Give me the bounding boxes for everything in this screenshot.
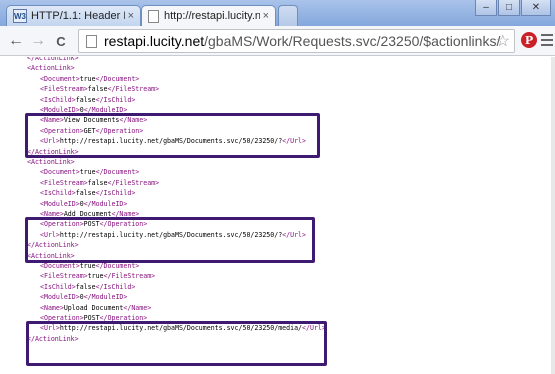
xml-open-tag: <FileStream> bbox=[40, 178, 88, 187]
xml-close-tag: </IsChild> bbox=[95, 95, 136, 104]
reload-icon[interactable]: C bbox=[51, 31, 71, 51]
back-arrow-icon[interactable]: ← bbox=[6, 31, 26, 51]
document-icon bbox=[148, 9, 159, 23]
xml-line: <Document>true</Document> bbox=[40, 262, 139, 271]
xml-line: <FileStream>true</FileStream> bbox=[40, 272, 155, 281]
xml-open-tag: <FileStream> bbox=[40, 85, 88, 94]
xml-close-tag: </Document> bbox=[95, 262, 140, 270]
xml-line: <FileStream>false</FileStream> bbox=[40, 85, 159, 94]
xml-line: </ActionLink> bbox=[27, 57, 79, 63]
xml-close-tag: </ModuleID> bbox=[83, 293, 128, 302]
xml-value: false bbox=[87, 178, 108, 187]
xml-close-tag: </FileStream> bbox=[107, 85, 160, 94]
address-bar[interactable]: restapi.lucity.net/gbaMS/Work/Requests.s… bbox=[78, 29, 515, 53]
xml-close-tag: </IsChild> bbox=[95, 189, 136, 198]
pinterest-icon[interactable]: P bbox=[521, 32, 537, 48]
bookmark-star-icon[interactable]: ☆ bbox=[496, 31, 510, 51]
xml-open-tag: <IsChild> bbox=[40, 189, 76, 198]
xml-value: true bbox=[79, 262, 96, 270]
xml-value: Upload Document bbox=[63, 303, 124, 312]
xml-close-tag: </FileStream> bbox=[103, 272, 156, 281]
maximize-button[interactable]: □ bbox=[498, 0, 520, 16]
highlight-box-add bbox=[25, 217, 315, 263]
xml-open-tag: <ActionLink> bbox=[27, 64, 75, 73]
xml-open-tag: <IsChild> bbox=[40, 282, 76, 291]
xml-line: <ModuleID>0</ModuleID> bbox=[40, 293, 127, 302]
w3-favicon-icon: W3 bbox=[13, 9, 27, 23]
browser-toolbar: ← → C restapi.lucity.net/gbaMS/Work/Requ… bbox=[0, 26, 555, 56]
xml-open-tag: <Document> bbox=[40, 262, 80, 270]
xml-line: <Document>true</Document> bbox=[40, 168, 139, 177]
xml-value: false bbox=[75, 189, 96, 198]
highlight-box-upload bbox=[26, 321, 327, 366]
page-icon bbox=[86, 34, 97, 48]
xml-open-tag: <Document> bbox=[40, 74, 80, 83]
xml-open-tag: <ActionLink> bbox=[27, 158, 75, 166]
xml-open-tag: <ModuleID> bbox=[40, 293, 80, 302]
url-text[interactable]: restapi.lucity.net/gbaMS/Work/Requests.s… bbox=[104, 33, 500, 49]
url-path: /gbaMS/Work/Requests.svc/23250/$actionli… bbox=[204, 33, 501, 49]
xml-line: <ActionLink> bbox=[27, 158, 75, 167]
xml-close-tag: </Document> bbox=[95, 168, 140, 177]
xml-value: false bbox=[75, 95, 96, 104]
tab-actionlinks[interactable]: http://restapi.lucity.net/g × bbox=[141, 5, 276, 26]
xml-value: true bbox=[79, 168, 96, 177]
xml-value: true bbox=[79, 74, 96, 83]
tab-close-icon[interactable]: × bbox=[263, 10, 269, 22]
xml-close-tag: </FileStream> bbox=[107, 178, 160, 187]
highlight-box-view bbox=[25, 113, 320, 158]
close-window-button[interactable]: ✕ bbox=[521, 0, 551, 16]
tab-close-icon[interactable]: × bbox=[128, 10, 134, 22]
tab-title: HTTP/1.1: Header Field De bbox=[31, 10, 125, 22]
xml-value: false bbox=[75, 282, 96, 291]
window-controls: – □ ✕ bbox=[474, 0, 551, 16]
url-host: restapi.lucity.net bbox=[104, 33, 205, 49]
forward-arrow-icon[interactable]: → bbox=[28, 31, 48, 51]
xml-line: <IsChild>false</IsChild> bbox=[40, 283, 135, 292]
xml-value: true bbox=[87, 272, 104, 281]
xml-open-tag: <IsChild> bbox=[40, 95, 76, 104]
xml-viewer: </ActionLink> <ActionLink> <Document>true<… bbox=[0, 57, 555, 374]
xml-open-tag: <Document> bbox=[40, 168, 80, 177]
xml-line: <ModuleID>0</ModuleID> bbox=[40, 200, 127, 209]
new-tab-button[interactable] bbox=[278, 5, 298, 26]
xml-open-tag: </ActionLink> bbox=[27, 57, 79, 62]
xml-close-tag: </IsChild> bbox=[95, 282, 136, 291]
xml-value: false bbox=[87, 85, 108, 94]
xml-close-tag: </Document> bbox=[95, 74, 140, 83]
xml-open-tag: <Name> bbox=[40, 303, 64, 312]
xml-line: <IsChild>false</IsChild> bbox=[40, 189, 135, 198]
xml-open-tag: <FileStream> bbox=[40, 272, 88, 281]
tab-title: http://restapi.lucity.net/g bbox=[164, 10, 260, 22]
scrollbar[interactable] bbox=[551, 57, 555, 374]
xml-line: <ActionLink> bbox=[27, 64, 75, 73]
tab-header-field[interactable]: W3 HTTP/1.1: Header Field De × bbox=[6, 5, 141, 26]
xml-line: <Name>Upload Document</Name> bbox=[40, 304, 151, 313]
xml-close-tag: </Name> bbox=[123, 303, 152, 312]
xml-line: <Document>true</Document> bbox=[40, 75, 139, 84]
xml-line: <FileStream>false</FileStream> bbox=[40, 179, 159, 188]
xml-line: <IsChild>false</IsChild> bbox=[40, 96, 135, 105]
menu-icon[interactable] bbox=[541, 34, 553, 49]
minimize-button[interactable]: – bbox=[475, 0, 497, 16]
xml-close-tag: </ModuleID> bbox=[83, 199, 128, 208]
xml-open-tag: <ModuleID> bbox=[40, 199, 80, 208]
window-titlebar: W3 HTTP/1.1: Header Field De × http://re… bbox=[0, 0, 555, 26]
